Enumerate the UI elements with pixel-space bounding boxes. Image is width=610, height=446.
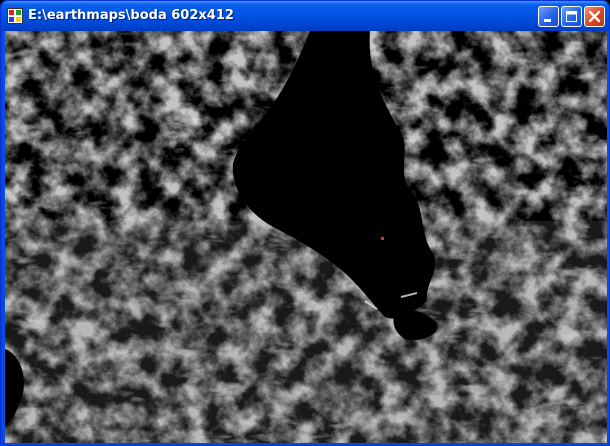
title-bar[interactable]: E:\earthmaps\boda 602x412 — [1, 1, 609, 31]
minimize-icon — [544, 19, 551, 22]
map-canvas[interactable] — [5, 31, 607, 443]
terrain-relief-map — [5, 31, 607, 443]
map-marker — [381, 237, 384, 240]
maximize-button[interactable] — [561, 6, 582, 27]
window-title: E:\earthmaps\boda 602x412 — [28, 8, 234, 23]
app-window: E:\earthmaps\boda 602x412 — [0, 0, 610, 446]
close-button[interactable] — [584, 6, 605, 27]
close-icon — [588, 10, 601, 23]
minimize-button[interactable] — [538, 6, 559, 27]
maximize-icon — [566, 11, 577, 22]
app-window-icon[interactable] — [7, 8, 23, 24]
